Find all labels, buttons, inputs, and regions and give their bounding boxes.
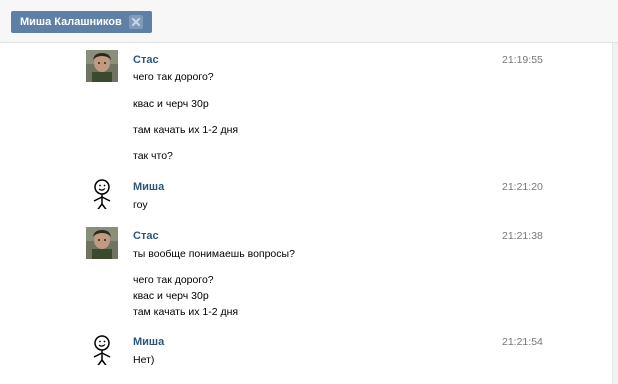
message-time: 21:19:55 [502, 54, 543, 66]
message-author[interactable]: Миша [133, 181, 164, 194]
stickman-avatar[interactable] [86, 333, 118, 365]
message-author[interactable]: Миша [133, 336, 164, 349]
message-time: 21:21:54 [502, 336, 543, 348]
message-text: ты вообще понимаешь вопросы? [133, 248, 295, 260]
message-text: квас и черч 30р [133, 98, 209, 110]
stickman-avatar[interactable] [86, 177, 118, 209]
message-time: 21:21:20 [502, 181, 543, 193]
message-time: 21:21:38 [502, 230, 543, 242]
message-list: Стас 21:19:55 чего так дорого? квас и че… [0, 43, 612, 384]
scrollbar-track[interactable] [612, 43, 618, 384]
message-author[interactable]: Стас [133, 230, 159, 243]
chat-tab[interactable]: Миша Калашников [11, 11, 152, 33]
chat-header: Миша Калашников [0, 0, 618, 43]
message-text: чего так дорого? [133, 71, 214, 83]
message-text: квас и черч 30р [133, 290, 209, 302]
photo-avatar[interactable] [86, 227, 118, 259]
message-text: так что? [133, 150, 173, 162]
message-text: Нет) [133, 354, 155, 366]
close-icon[interactable] [128, 15, 143, 29]
message-text: там качать их 1-2 дня [133, 124, 239, 136]
message-text: гоу [133, 199, 148, 211]
message-text: чего так дорого? [133, 274, 214, 286]
message-author[interactable]: Стас [133, 54, 159, 67]
chat-tab-title: Миша Калашников [20, 16, 122, 28]
photo-avatar[interactable] [86, 50, 118, 82]
message-text: там качать их 1-2 дня [133, 306, 239, 318]
